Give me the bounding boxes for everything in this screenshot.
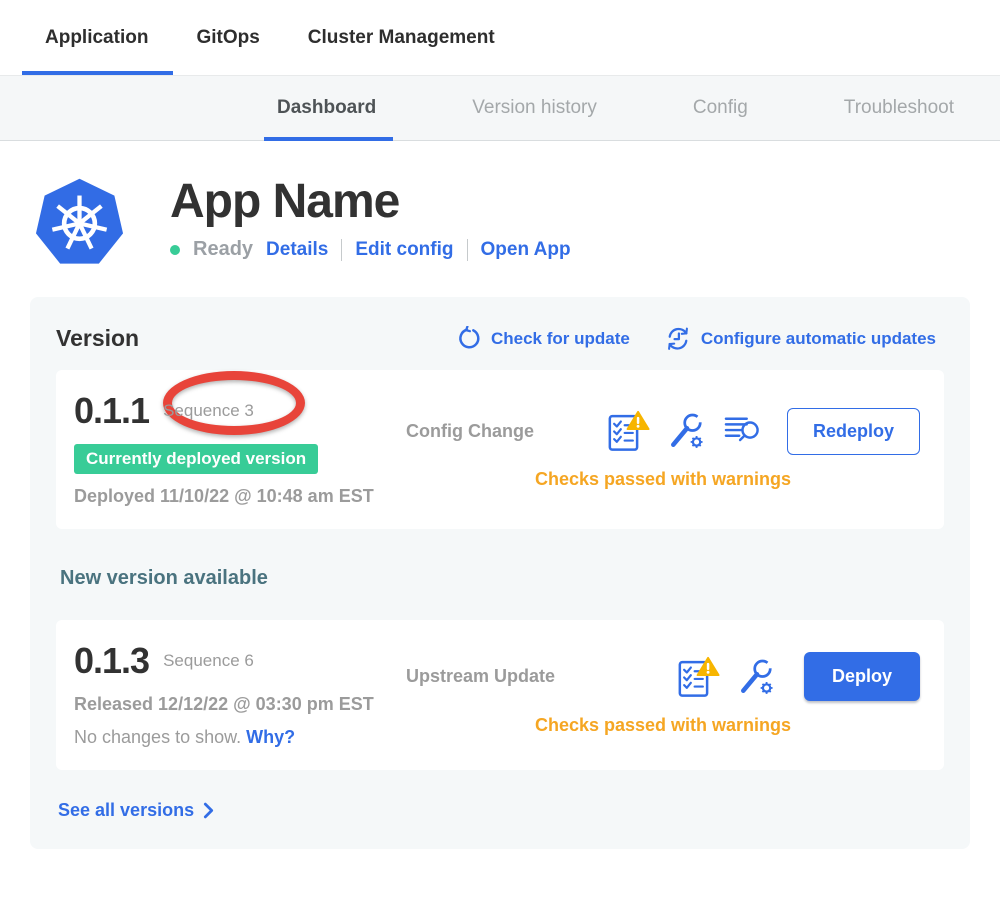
app-status-row: Ready Details Edit config Open App (170, 238, 571, 261)
available-version-sequence: Sequence 6 (163, 651, 254, 671)
available-version-number: 0.1.3 (74, 640, 149, 682)
new-version-available-heading: New version available (60, 567, 944, 590)
kubernetes-logo-icon (33, 176, 126, 269)
version-source-label: Config Change (406, 421, 534, 442)
current-version-actions: Config Change (406, 408, 920, 490)
page-title: App Name (170, 178, 571, 226)
tab-gitops[interactable]: GitOps (196, 0, 259, 75)
wrench-gear-icon[interactable] (736, 656, 778, 698)
tab-dashboard[interactable]: Dashboard (277, 76, 376, 140)
divider (341, 239, 342, 261)
no-changes-text: No changes to show. (74, 727, 241, 747)
configure-automatic-updates-link[interactable]: Configure automatic updates (664, 325, 936, 352)
version-source-label: Upstream Update (406, 666, 555, 687)
diff-note: No changes to show. Why? (74, 727, 406, 748)
preflight-checks-warning-icon[interactable] (676, 655, 721, 699)
primary-nav: Application GitOps Cluster Management (0, 0, 1000, 75)
see-all-versions-link[interactable]: See all versions (58, 800, 214, 821)
tab-application[interactable]: Application (45, 0, 148, 75)
current-version-card: 0.1.1 Sequence 3 Currently deployed vers… (56, 370, 944, 529)
tab-cluster-management[interactable]: Cluster Management (308, 0, 495, 75)
checks-status-text: Checks passed with warnings (535, 715, 791, 736)
divider (467, 239, 468, 261)
current-version-info: 0.1.1 Sequence 3 Currently deployed vers… (74, 390, 406, 507)
current-version-sequence: Sequence 3 (163, 401, 254, 421)
version-section-title: Version (56, 325, 139, 352)
configure-automatic-updates-label: Configure automatic updates (701, 329, 936, 349)
available-version-info: 0.1.3 Sequence 6 Released 12/12/22 @ 03:… (74, 640, 406, 748)
redeploy-button[interactable]: Redeploy (787, 408, 920, 455)
clock-sync-icon (664, 325, 692, 352)
why-link[interactable]: Why? (246, 727, 295, 747)
available-version-card: 0.1.3 Sequence 6 Released 12/12/22 @ 03:… (56, 620, 944, 770)
deployed-timestamp: Deployed 11/10/22 @ 10:48 am EST (74, 486, 406, 507)
available-version-actions: Upstream Update (406, 652, 920, 736)
details-link[interactable]: Details (266, 239, 328, 261)
status-badge: Ready (193, 238, 253, 261)
chevron-right-icon (203, 802, 214, 819)
version-section: Version Check for update (30, 297, 970, 849)
version-section-header: Version Check for update (56, 325, 944, 352)
refresh-icon (457, 326, 482, 351)
see-all-versions-label: See all versions (58, 800, 194, 821)
check-for-update-link[interactable]: Check for update (457, 326, 630, 351)
check-for-update-label: Check for update (491, 329, 630, 349)
tab-config[interactable]: Config (693, 76, 748, 140)
status-dot-icon (170, 245, 180, 255)
currently-deployed-badge: Currently deployed version (74, 444, 318, 474)
version-actions: Check for update Configure automatic upd… (457, 325, 944, 352)
current-version-number: 0.1.1 (74, 390, 149, 432)
released-timestamp: Released 12/12/22 @ 03:30 pm EST (74, 694, 406, 715)
view-files-diff-icon[interactable] (723, 414, 761, 448)
wrench-gear-icon[interactable] (666, 410, 708, 452)
secondary-nav: Dashboard Version history Config Trouble… (0, 75, 1000, 141)
checks-status-text: Checks passed with warnings (535, 469, 791, 490)
tab-version-history[interactable]: Version history (472, 76, 597, 140)
deploy-button[interactable]: Deploy (804, 652, 920, 701)
edit-config-link[interactable]: Edit config (355, 239, 453, 261)
open-app-link[interactable]: Open App (481, 239, 571, 261)
app-header-text: App Name Ready Details Edit config Open … (170, 176, 571, 269)
current-version-icons (606, 409, 761, 453)
app-header: App Name Ready Details Edit config Open … (33, 176, 1000, 269)
preflight-checks-warning-icon[interactable] (606, 409, 651, 453)
available-version-icons (676, 655, 778, 699)
tab-troubleshoot[interactable]: Troubleshoot (844, 76, 954, 140)
